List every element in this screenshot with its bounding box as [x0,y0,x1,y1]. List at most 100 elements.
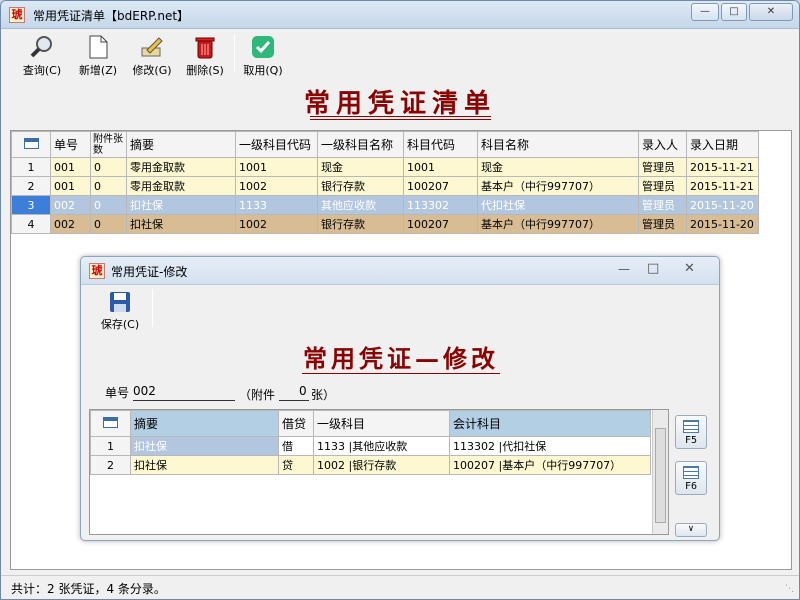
save-label: 保存(C) [100,318,140,331]
delete-button[interactable]: 删除(S) [182,31,228,77]
entry-summary-cell[interactable]: 扣社保 [130,455,279,475]
table-cell: 002 [50,214,91,234]
entry-account-cell[interactable]: 113302 |代扣社保 [449,436,651,456]
voucher-table: 单号 附件张数 摘要 一级科目代码 一级科目名称 科目代码 科目名称 录入人 录… [11,131,759,234]
table-cell: 现金 [317,157,404,177]
table-cell: 基本户（中行997707） [477,176,639,196]
grid-corner[interactable] [90,410,131,437]
entry-account1-cell[interactable]: 1133 |其他应收款 [313,436,450,456]
maximize-button[interactable]: □ [721,3,747,21]
chevron-down-icon: ∨ [688,524,694,534]
attach-underline [279,400,309,401]
resize-grip-icon[interactable]: ⋱ [785,584,794,594]
table-cell: 0 [90,214,127,234]
entry-dc-cell[interactable]: 贷 [278,455,314,475]
dialog-close-button[interactable]: ✕ [684,261,695,276]
scrollbar-thumb[interactable] [655,428,666,523]
table-cell: 管理员 [638,157,687,177]
order-label: 单号 [105,386,130,400]
order-input[interactable]: 002 [133,384,156,398]
table-row[interactable]: 4 002 0 扣社保 1002 银行存款 100207 基本户（中行99770… [11,214,759,234]
f5-label: F5 [684,435,698,446]
table-cell: 113302 [403,195,478,215]
table-cell: 1001 [235,157,318,177]
table-cell: 001 [50,176,91,196]
status-bar: 共计：2 张凭证，4 条分录。 ⋱ [1,575,799,599]
table-cell: 2015-11-20 [686,195,759,215]
window-title: 常用凭证清单【bdERP.net】 [33,9,190,23]
table-cell: 管理员 [638,176,687,196]
col-header[interactable]: 摘要 [130,410,279,437]
table-row[interactable]: 1 001 0 零用金取款 1001 现金 1001 现金 管理员 2015-1… [11,157,759,177]
attach-input[interactable]: 0 [299,384,307,398]
trash-icon [195,37,215,59]
table-cell: 代扣社保 [477,195,639,215]
entries-table: 摘要 借贷 一级科目 会计科目 1 扣社保 借 1133 |其他应收款 1133… [90,410,651,475]
minimize-button[interactable]: — [691,3,719,21]
row-number: 1 [11,157,51,177]
vertical-scrollbar[interactable] [652,410,668,534]
table-cell: 零用金取款 [126,157,236,177]
f6-delete-row-button[interactable]: F6 [675,461,707,495]
order-underline [133,400,235,401]
table-cell: 1001 [403,157,478,177]
col-header[interactable]: 附件张数 [90,131,127,158]
floppy-disk-icon [110,292,130,312]
title-underline-2 [310,119,491,120]
entry-account-cell[interactable]: 100207 |基本户（中行997707） [449,455,651,475]
close-button[interactable]: ✕ [749,3,793,21]
col-header[interactable]: 录入人 [638,131,687,158]
row-number: 2 [90,455,131,475]
f5-insert-row-button[interactable]: F5 [675,415,707,449]
add-button[interactable]: 新增(Z) [76,31,120,77]
col-header[interactable]: 科目代码 [403,131,478,158]
table-cell: 100207 [403,214,478,234]
col-header[interactable]: 单号 [50,131,91,158]
entry-dc-cell[interactable]: 借 [278,436,314,456]
dialog-maximize-button[interactable]: □ [647,261,659,276]
table-cell: 0 [90,195,127,215]
table-cell: 1133 [235,195,318,215]
table-cell: 基本户（中行997707） [477,214,639,234]
delete-row-icon [683,466,699,479]
row-number: 2 [11,176,51,196]
row-number: 1 [90,436,131,456]
entry-account1-cell[interactable]: 1002 |银行存款 [313,455,450,475]
page-title: 常用凭证清单 [303,89,496,119]
table-cell: 1002 [235,176,318,196]
title-bar: 琥 常用凭证清单【bdERP.net】 — □ ✕ [1,1,799,29]
col-header[interactable]: 一级科目 [313,410,450,437]
table-cell: 扣社保 [126,195,236,215]
table-row[interactable]: 2 001 0 零用金取款 1002 银行存款 100207 基本户（中行997… [11,176,759,196]
use-button[interactable]: 取用(Q) [240,31,286,77]
col-header[interactable]: 摘要 [126,131,236,158]
table-cell: 2015-11-21 [686,157,759,177]
dialog-minimize-button[interactable]: — [618,262,630,276]
save-button[interactable]: 保存(C) [92,287,148,331]
more-button[interactable]: ∨ [675,523,707,537]
attach-suffix: 张） [311,388,336,402]
use-label: 取用(Q) [243,64,283,77]
edit-button[interactable]: 修改(G) [128,31,176,77]
dialog-toolbar-separator [152,289,153,327]
entry-row[interactable]: 1 扣社保 借 1133 |其他应收款 113302 |代扣社保 [90,436,651,456]
row-number: 4 [11,214,51,234]
entry-summary-cell[interactable]: 扣社保 [130,436,279,456]
query-button[interactable]: 查询(C) [20,31,64,77]
row-number: 3 [11,195,51,215]
col-header[interactable]: 录入日期 [686,131,759,158]
col-header[interactable]: 借贷 [278,410,314,437]
add-label: 新增(Z) [78,64,118,77]
col-header[interactable]: 科目名称 [477,131,639,158]
col-header[interactable]: 一级科目名称 [317,131,404,158]
entry-row[interactable]: 2 扣社保 贷 1002 |银行存款 100207 |基本户（中行997707） [90,455,651,475]
col-header[interactable]: 一级科目代码 [235,131,318,158]
table-cell: 1002 [235,214,318,234]
col-header[interactable]: 会计科目 [449,410,651,437]
table-cell: 100207 [403,176,478,196]
grid-settings-icon [103,416,118,428]
table-cell: 银行存款 [317,176,404,196]
grid-corner[interactable] [11,131,51,158]
table-row-selected[interactable]: 3 002 0 扣社保 1133 其他应收款 113302 代扣社保 管理员 2… [11,195,759,215]
table-cell: 银行存款 [317,214,404,234]
